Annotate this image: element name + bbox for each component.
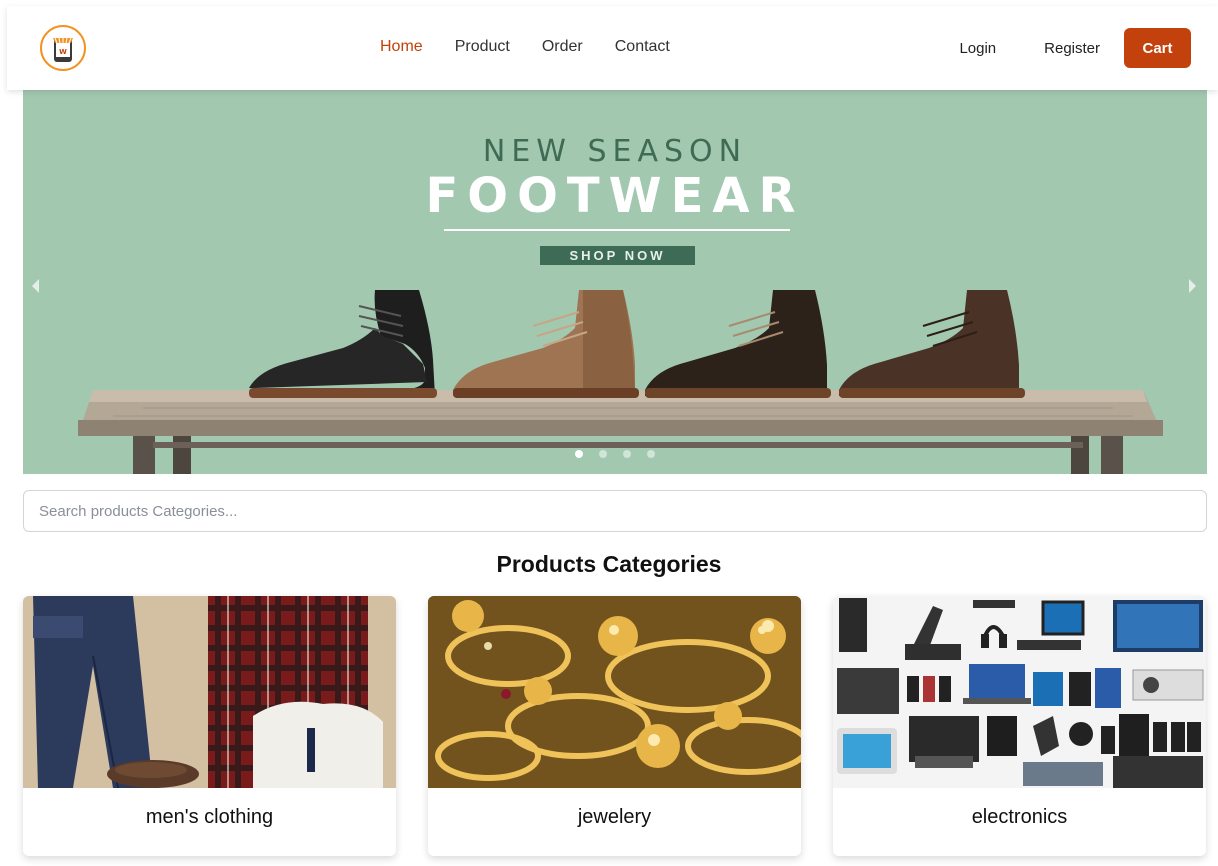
register-link[interactable]: Register <box>1044 40 1100 57</box>
carousel-next-arrow-icon[interactable] <box>1185 276 1199 296</box>
nav-link-product[interactable]: Product <box>455 38 510 56</box>
category-name: jewelery <box>577 806 652 828</box>
hero-carousel: NEW SEASON FOOTWEAR SHOP NOW <box>23 90 1207 474</box>
category-image-electronics <box>833 596 1206 788</box>
cart-button[interactable]: Cart <box>1124 28 1191 68</box>
hero-subtitle: NEW SEASON <box>482 134 748 169</box>
category-card-jewelery[interactable]: jewelery <box>428 596 801 856</box>
categories-title: Products Categories <box>496 551 722 577</box>
carousel-indicators <box>575 450 655 458</box>
carousel-dot[interactable] <box>647 450 655 458</box>
carousel-dot[interactable] <box>599 450 607 458</box>
category-card-electronics[interactable]: electronics <box>833 596 1206 856</box>
nav-link-order[interactable]: Order <box>542 38 583 56</box>
shop-icon: W <box>53 37 73 62</box>
hero-title: FOOTWEAR <box>425 168 805 224</box>
navbar: W Home Product Order Contact Login Regis… <box>7 6 1218 90</box>
nav-link-home[interactable]: Home <box>380 38 423 56</box>
category-search-input[interactable] <box>23 490 1207 532</box>
shop-now-button[interactable]: SHOP NOW <box>540 246 695 265</box>
main-nav: Home Product Order Contact <box>380 38 702 56</box>
login-link[interactable]: Login <box>959 40 996 57</box>
logo[interactable]: W <box>40 25 86 71</box>
svg-text:W: W <box>59 48 67 56</box>
nav-link-contact[interactable]: Contact <box>615 38 670 56</box>
category-image-mens-clothing <box>23 596 396 788</box>
category-image-jewelery <box>428 596 801 788</box>
category-card-mens-clothing[interactable]: men's clothing <box>23 596 396 856</box>
category-name: men's clothing <box>145 806 274 828</box>
hero-divider <box>444 229 790 231</box>
carousel-dot[interactable] <box>575 450 583 458</box>
category-name: electronics <box>971 806 1068 828</box>
carousel-prev-arrow-icon[interactable] <box>29 276 43 296</box>
carousel-dot[interactable] <box>623 450 631 458</box>
auth-actions: Login Register Cart <box>959 28 1191 68</box>
